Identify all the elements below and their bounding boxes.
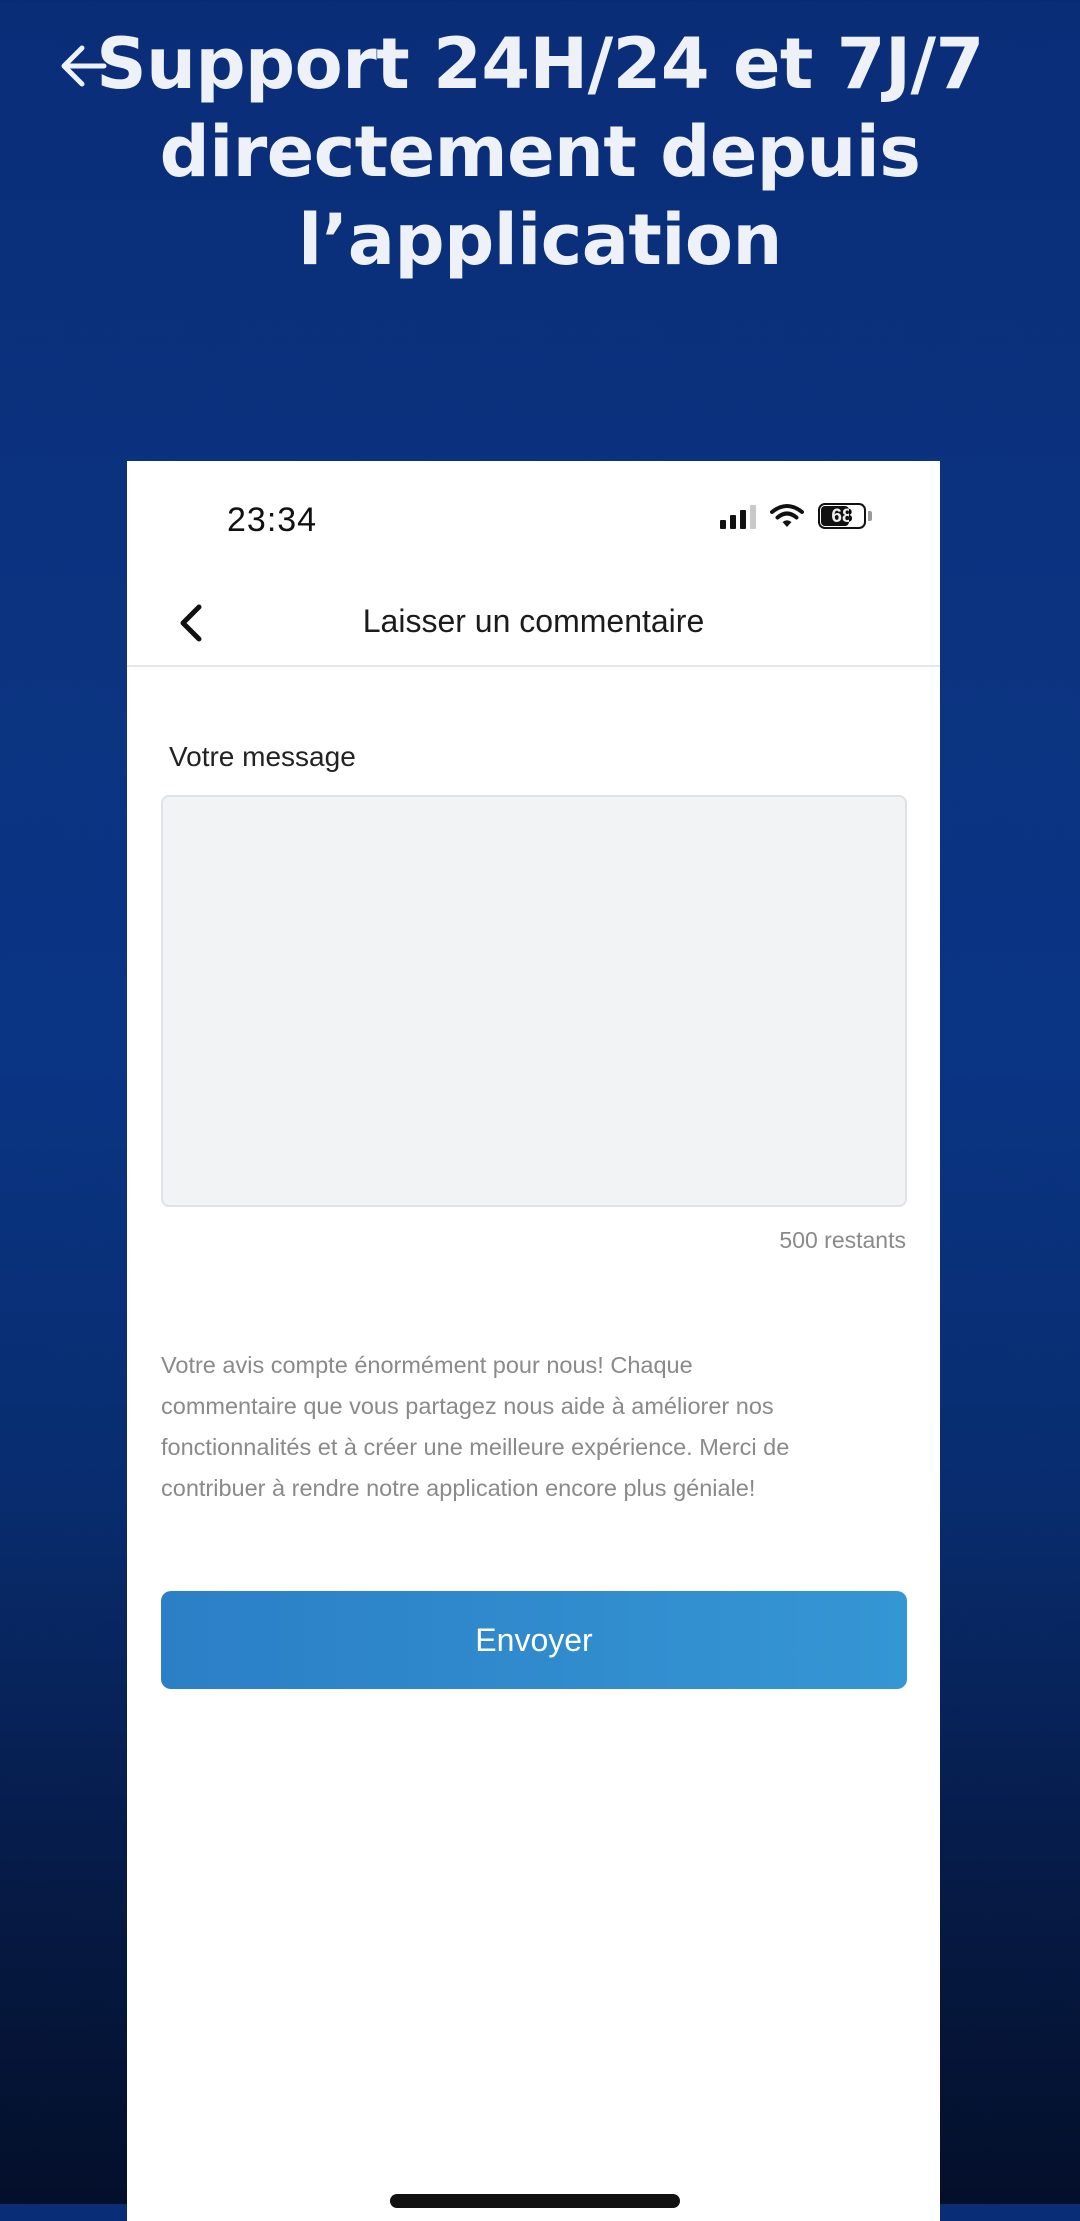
- battery-cap: [868, 511, 872, 521]
- info-line-2: commentaire que vous partagez nous aide …: [161, 1393, 774, 1419]
- feedback-info-text: Votre avis compte énormément pour nous! …: [161, 1345, 921, 1509]
- nav-bar: Laisser un commentaire: [127, 581, 940, 667]
- status-icons: 68: [720, 503, 872, 529]
- info-line-3: fonctionnalités et à créer une meilleure…: [161, 1434, 790, 1460]
- remaining-characters-counter: 500 restants: [779, 1227, 906, 1253]
- banner-headline: Support 24H/24 et 7J/7 directement depui…: [90, 20, 990, 284]
- headline-line-1: Support 24H/24 et 7J/7: [96, 23, 984, 105]
- send-button[interactable]: Envoyer: [161, 1591, 907, 1689]
- battery-level: 68: [831, 505, 853, 527]
- page-title: Laisser un commentaire: [362, 603, 705, 639]
- home-indicator[interactable]: [390, 2194, 680, 2208]
- info-line-1: Votre avis compte énormément pour nous! …: [161, 1352, 693, 1378]
- message-input[interactable]: [161, 795, 907, 1207]
- phone-screen: 23:34 68 Laisser un commentaire Votre me…: [127, 461, 940, 2221]
- message-label: Votre message: [169, 741, 356, 772]
- wifi-icon: [770, 504, 804, 527]
- headline-line-2: directement depuis: [159, 111, 921, 193]
- headline-line-3: l’application: [298, 199, 782, 281]
- info-line-4: contribuer à rendre notre application en…: [161, 1475, 756, 1501]
- signal-icon: [720, 503, 756, 529]
- status-time: 23:34: [227, 501, 318, 539]
- status-bar: 23:34 68: [127, 461, 940, 581]
- battery-icon: 68: [818, 503, 866, 529]
